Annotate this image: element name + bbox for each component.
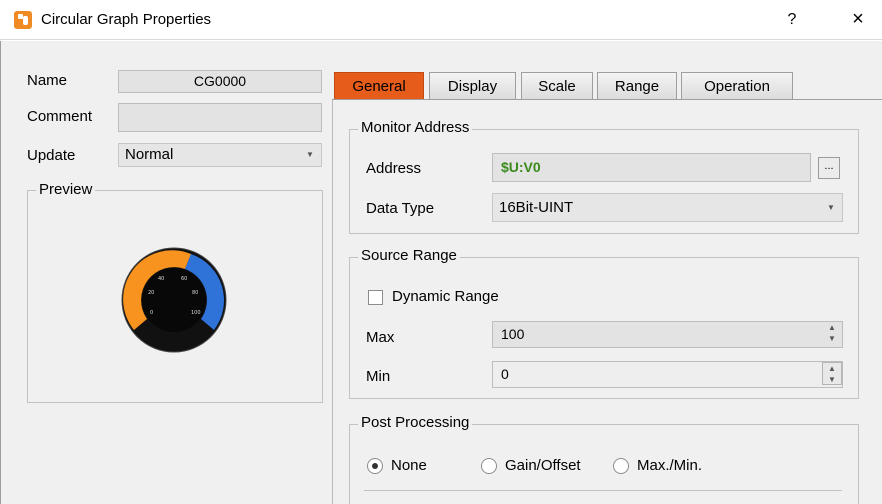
tab-range-label: Range: [614, 78, 660, 95]
tab-display-label: Display: [447, 78, 498, 95]
dynamic-range-label: Dynamic Range: [392, 288, 499, 305]
radio-none-label: None: [391, 457, 427, 474]
gauge-tick-label: 40: [158, 276, 164, 282]
chevron-down-icon: ▼: [306, 150, 314, 159]
close-button[interactable]: ×: [846, 7, 870, 31]
title-bar: Circular Graph Properties ? ×: [0, 0, 882, 40]
help-button[interactable]: ?: [780, 8, 804, 32]
name-label: Name: [27, 72, 68, 89]
tab-general-label: General: [352, 78, 406, 95]
min-label: Min: [366, 368, 391, 385]
address-value: $U:V0: [501, 159, 541, 175]
gauge-tick-label: 80: [192, 290, 198, 296]
datatype-value: 16Bit-UINT: [499, 199, 574, 216]
gauge-tick-label: 20: [148, 290, 154, 296]
gauge-preview: 0 20 40 60 80 100: [121, 247, 227, 353]
app-icon: [14, 11, 32, 29]
tab-operation-label: Operation: [704, 78, 770, 95]
tab-range[interactable]: Range: [597, 72, 677, 99]
gauge-tick-label: 0: [150, 310, 153, 316]
spin-up-icon: ▲: [828, 323, 836, 332]
min-value: 0: [501, 366, 509, 382]
gauge-tick-label: 100: [191, 310, 201, 316]
name-value: CG0000: [193, 73, 247, 89]
min-input[interactable]: 0 ▲ ▼: [492, 361, 843, 388]
max-label: Max: [366, 329, 395, 346]
tab-display[interactable]: Display: [429, 72, 516, 99]
dynamic-range-checkbox[interactable]: [368, 290, 383, 305]
datatype-label: Data Type: [366, 200, 435, 217]
max-spinner[interactable]: ▲ ▼: [822, 322, 842, 345]
radio-none[interactable]: [367, 458, 383, 474]
min-spinner[interactable]: ▲ ▼: [822, 362, 842, 385]
spin-down-icon: ▼: [828, 334, 836, 343]
preview-label: Preview: [36, 181, 96, 198]
datatype-select[interactable]: 16Bit-UINT ▼: [492, 193, 843, 222]
name-field[interactable]: CG0000: [118, 70, 322, 93]
radio-max-min[interactable]: [613, 458, 629, 474]
update-value: Normal: [125, 146, 174, 163]
post-processing-title: Post Processing: [358, 414, 473, 431]
spin-down-icon: ▼: [828, 375, 836, 384]
max-input[interactable]: 100 ▲ ▼: [492, 321, 843, 348]
chevron-down-icon: ▼: [827, 203, 835, 212]
address-browse-button[interactable]: ...: [818, 157, 840, 179]
update-label: Update: [27, 147, 76, 164]
comment-value: [119, 106, 127, 122]
update-select[interactable]: Normal ▼: [118, 143, 322, 167]
spin-up-icon: ▲: [828, 364, 836, 373]
window-title: Circular Graph Properties: [41, 11, 212, 28]
source-range-title: Source Range: [358, 247, 460, 264]
radio-max-min-label: Max./Min.: [637, 457, 703, 474]
address-field[interactable]: $U:V0: [492, 153, 811, 182]
tab-general[interactable]: General: [334, 72, 424, 99]
tab-scale[interactable]: Scale: [521, 72, 593, 99]
tab-scale-label: Scale: [538, 78, 576, 95]
radio-gain-offset-label: Gain/Offset: [505, 457, 581, 474]
comment-field[interactable]: [118, 103, 322, 132]
gauge-tick-label: 60: [181, 276, 187, 282]
separator: [364, 490, 842, 491]
address-label: Address: [366, 160, 422, 177]
monitor-address-title: Monitor Address: [358, 119, 473, 136]
max-value: 100: [501, 326, 525, 342]
tab-operation[interactable]: Operation: [681, 72, 793, 99]
comment-label: Comment: [27, 108, 93, 125]
radio-gain-offset[interactable]: [481, 458, 497, 474]
